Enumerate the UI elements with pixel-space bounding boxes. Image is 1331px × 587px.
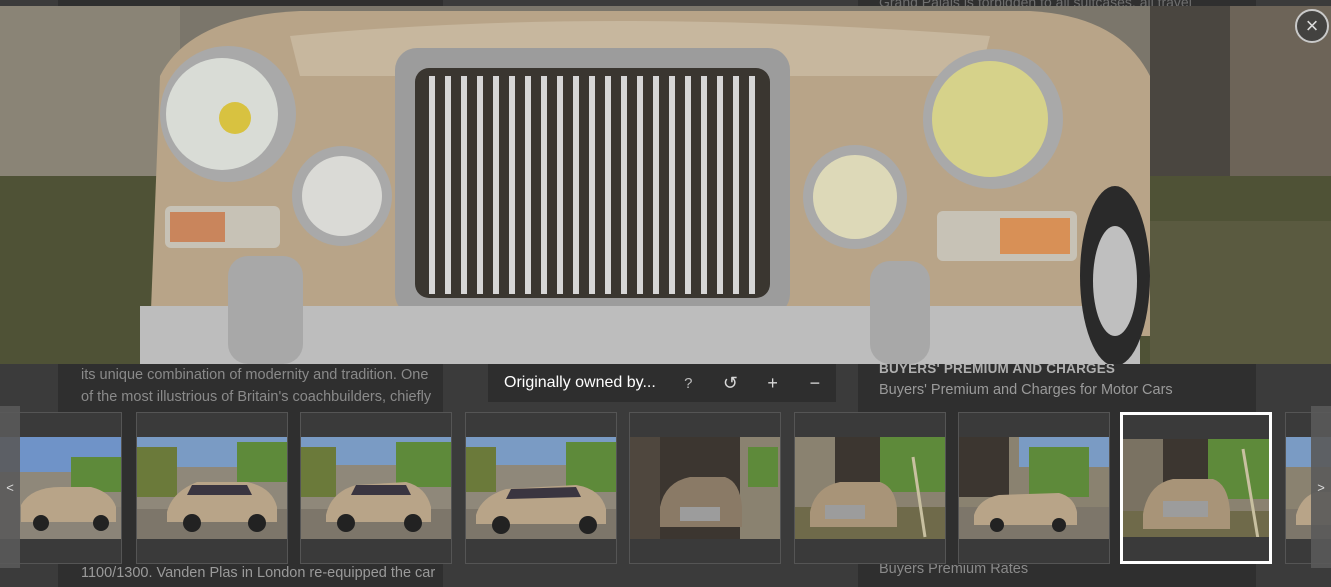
viewer-toolbar: Originally owned by... ? ↺ + − [488, 364, 836, 402]
thumbnail[interactable] [136, 412, 288, 564]
main-photo [0, 6, 1331, 364]
sidebar-link[interactable]: Buyers' Premium and Charges for Motor Ca… [879, 382, 1239, 398]
help-icon: ? [684, 374, 693, 392]
rotate-icon: ↺ [722, 372, 738, 393]
zoom-in-button[interactable]: + [752, 364, 794, 402]
chevron-right-icon: > [1317, 479, 1325, 495]
help-button[interactable]: ? [667, 364, 709, 402]
thumbnail-strip [0, 406, 1331, 568]
thumbnail[interactable] [629, 412, 781, 564]
thumbnail[interactable] [794, 412, 946, 564]
article-line: its unique combination of modernity and … [81, 367, 429, 383]
thumbnail[interactable] [300, 412, 452, 564]
page-article-text: its unique combination of modernity and … [81, 364, 435, 581]
zoom-out-icon: − [809, 372, 821, 393]
thumbnail-prev-button[interactable]: < [0, 406, 20, 568]
thumbnail-next-button[interactable]: > [1311, 406, 1331, 568]
article-line: of the most illustrious of Britain's coa… [81, 389, 432, 405]
thumbnail-selected[interactable] [1120, 412, 1272, 564]
rotate-button[interactable]: ↺ [709, 364, 751, 402]
photo-caption: Originally owned by... [504, 374, 656, 391]
page-sidebar-text: BUYERS' PREMIUM AND CHARGES Buyers' Prem… [879, 361, 1239, 577]
zoom-out-button[interactable]: − [794, 364, 836, 402]
zoom-in-icon: + [767, 372, 778, 393]
thumbnail[interactable] [958, 412, 1110, 564]
close-viewer-button[interactable]: × [1295, 9, 1329, 43]
close-icon: × [1305, 13, 1319, 38]
thumbnail[interactable] [465, 412, 617, 564]
chevron-left-icon: < [6, 479, 14, 495]
